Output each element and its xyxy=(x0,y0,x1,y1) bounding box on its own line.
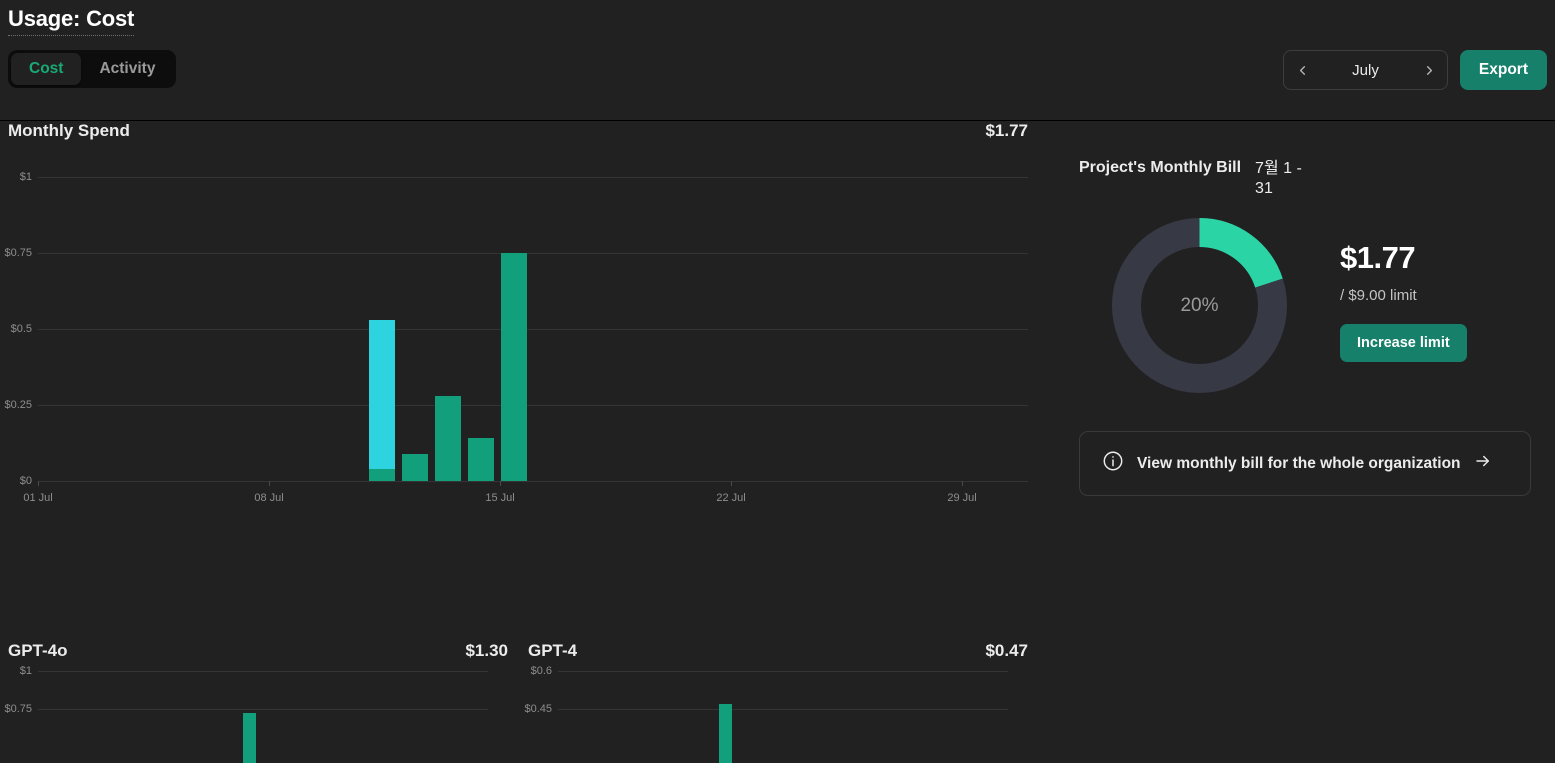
bar xyxy=(501,253,527,481)
monthly-spend-header: Monthly Spend $1.77 xyxy=(0,121,1040,155)
monthly-spend-total: $1.77 xyxy=(985,121,1028,140)
gpt-4-total: $0.47 xyxy=(985,641,1028,660)
x-axis-label: 15 Jul xyxy=(485,492,515,504)
x-axis-tick xyxy=(731,481,732,486)
monthly-bill-date-range: 7월 1 - 31 xyxy=(1255,160,1302,197)
gpt-4o-total: $1.30 xyxy=(465,641,508,660)
x-axis-tick xyxy=(38,481,39,486)
y-axis-label: $0.5 xyxy=(10,323,32,335)
info-circle-icon xyxy=(1102,450,1124,477)
bar xyxy=(243,713,256,763)
bar xyxy=(468,438,494,481)
usage-tab-group: Cost Activity xyxy=(8,50,177,88)
gridline xyxy=(38,481,1028,482)
model-charts-row: GPT-4o $1.30 $1 $0.75 GPT-4 $0.47 $0.6 $0.… xyxy=(0,641,1040,763)
gridline xyxy=(38,671,488,672)
bar xyxy=(369,468,395,481)
increase-limit-button[interactable]: Increase limit xyxy=(1340,324,1467,363)
bar xyxy=(369,319,395,469)
gpt-4o-header: GPT-4o $1.30 xyxy=(0,641,520,671)
chevron-right-icon[interactable] xyxy=(1411,51,1447,89)
arrow-right-icon xyxy=(1474,452,1492,475)
monthly-spend-chart: $1 $0.75 $0.5 $0.25 $0 01 Jul 08 Jul 15 Jul 22 J… xyxy=(0,171,1040,596)
y-axis-label: $0.75 xyxy=(4,702,32,715)
gridline xyxy=(38,177,1028,178)
monthly-bill-summary: 20% $1.77 / $9.00 limit Increase limit xyxy=(1079,218,1531,403)
chevron-left-icon[interactable] xyxy=(1284,51,1320,89)
monthly-spend-plot: $1 $0.75 $0.5 $0.25 $0 01 Jul 08 Jul 15 Jul 22 J… xyxy=(0,171,1040,596)
gpt-4-chart: GPT-4 $0.47 $0.6 $0.45 xyxy=(520,641,1040,763)
x-axis-label: 01 Jul xyxy=(23,492,53,504)
monthly-bill-amount-block: $1.77 / $9.00 limit Increase limit xyxy=(1340,240,1467,363)
x-axis-label: 29 Jul xyxy=(947,492,977,504)
donut-percent-label: 20% xyxy=(1180,294,1219,316)
y-axis-label: $0.75 xyxy=(4,247,32,259)
x-axis-label: 08 Jul xyxy=(254,492,284,504)
gpt-4-title: GPT-4 xyxy=(528,641,578,660)
bar xyxy=(719,703,732,763)
y-axis-label: $0.6 xyxy=(530,665,552,677)
gpt-4-header: GPT-4 $0.47 xyxy=(520,641,1040,671)
export-button[interactable]: Export xyxy=(1459,50,1547,90)
y-axis-label: $0 xyxy=(19,475,32,487)
gpt-4o-chart: GPT-4o $1.30 $1 $0.75 xyxy=(0,641,520,763)
month-label: July xyxy=(1352,61,1379,79)
usage-donut-chart: 20% xyxy=(1112,218,1287,394)
gpt-4o-plot: $1 $0.75 xyxy=(0,665,520,763)
gpt-4o-title: GPT-4o xyxy=(8,641,68,660)
page-body: Monthly Spend $1.77 $1 $0.75 $0.5 $0.25 $0 01… xyxy=(0,121,1555,763)
tab-cost[interactable]: Cost xyxy=(11,53,82,85)
month-picker: July xyxy=(1283,50,1448,90)
gridline xyxy=(38,329,1028,330)
gridline xyxy=(38,708,488,710)
monthly-bill-amount: $1.77 xyxy=(1340,240,1416,276)
page-title: Usage: Cost xyxy=(8,6,134,36)
y-axis-label: $1 xyxy=(19,171,32,183)
view-org-bill-card[interactable]: View monthly bill for the whole organiza… xyxy=(1079,431,1531,497)
gridline xyxy=(558,671,1008,672)
y-axis-label: $0.25 xyxy=(4,399,32,411)
x-axis-label: 22 Jul xyxy=(716,492,746,504)
y-axis-label: $1 xyxy=(19,665,32,677)
bar xyxy=(402,453,428,481)
x-axis-tick xyxy=(269,481,270,486)
gridline xyxy=(38,253,1028,254)
y-axis-label: $0.45 xyxy=(524,702,552,715)
x-axis-tick xyxy=(500,481,501,486)
tab-activity[interactable]: Activity xyxy=(81,53,173,85)
monthly-bill-limit: / $9.00 limit xyxy=(1340,287,1417,305)
bar xyxy=(435,395,461,481)
x-axis-tick xyxy=(962,481,963,486)
gridline xyxy=(38,405,1028,406)
gpt-4-plot: $0.6 $0.45 xyxy=(520,665,1040,763)
usage-charts-column: Monthly Spend $1.77 $1 $0.75 $0.5 $0.25 $0 01… xyxy=(0,121,1040,763)
monthly-spend-title: Monthly Spend xyxy=(8,121,130,140)
monthly-bill-header: Project's Monthly Bill 7월 1 - 31 xyxy=(1079,121,1531,198)
monthly-bill-title: Project's Monthly Bill xyxy=(1079,159,1242,176)
page-header: Usage: Cost Cost Activity July Export xyxy=(0,0,1555,121)
view-org-bill-label: View monthly bill for the whole organiza… xyxy=(1137,454,1461,472)
monthly-bill-panel: Project's Monthly Bill 7월 1 - 31 20% $1.… xyxy=(1079,121,1531,497)
gridline xyxy=(558,708,1008,710)
